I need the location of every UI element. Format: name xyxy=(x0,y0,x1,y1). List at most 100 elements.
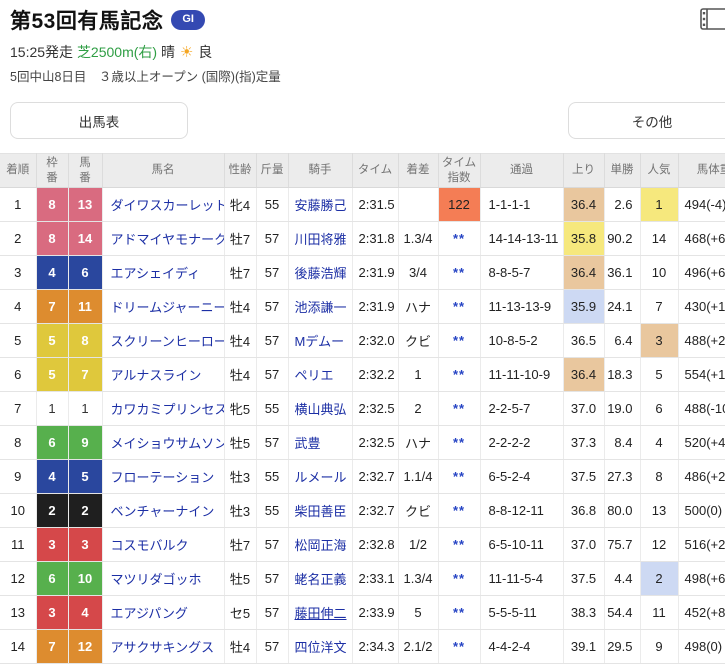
horse-number-badge: 9 xyxy=(68,426,102,460)
horse-name-link[interactable]: エアシェイディ xyxy=(111,266,201,281)
jockey-link[interactable]: 藤田伸二 xyxy=(288,596,352,630)
jockey-link[interactable]: 後藤浩輝 xyxy=(295,266,347,281)
race-conditions-line: 15:25発走 芝2500m(右) 晴 ☀ 良 xyxy=(10,42,715,62)
jockey-link[interactable]: 蛯名正義 xyxy=(295,572,347,587)
horse-name-link[interactable]: アルナスライン xyxy=(111,368,202,383)
win-odds-cell: 19.0 xyxy=(604,392,640,426)
horse-name-link[interactable]: メイショウサムソン xyxy=(102,426,224,460)
jockey-link[interactable]: 池添謙一 xyxy=(295,300,347,315)
passing-order-cell: 5-5-5-11 xyxy=(480,596,563,630)
favorite-rank-cell: 6 xyxy=(640,392,678,426)
horse-name-link[interactable]: マツリダゴッホ xyxy=(102,562,224,596)
col-header-frame: 枠番 xyxy=(36,154,68,188)
jockey-link[interactable]: ルメール xyxy=(295,470,347,485)
last-3f-cell: 36.5 xyxy=(563,324,604,358)
horse-name-link[interactable]: アドマイヤモナーク xyxy=(111,232,225,247)
sex-age-cell: 牡7 xyxy=(224,222,256,256)
jockey-link[interactable]: ルメール xyxy=(288,460,352,494)
horse-name-link[interactable]: コスモバルク xyxy=(111,538,189,553)
jockey-link[interactable]: 安藤勝己 xyxy=(288,188,352,222)
carried-weight-cell: 55 xyxy=(256,460,288,494)
course-distance: 芝2500m(右) xyxy=(77,44,157,60)
jockey-link[interactable]: 武豊 xyxy=(288,426,352,460)
col-header-horse-name: 馬名 xyxy=(102,154,224,188)
horse-name-link[interactable]: アサクサキングス xyxy=(102,630,224,664)
jockey-link[interactable]: 松岡正海 xyxy=(288,528,352,562)
horse-name-link[interactable]: カワカミプリンセス xyxy=(102,392,224,426)
horse-name-link[interactable]: ドリームジャーニー xyxy=(102,290,224,324)
horse-number-badge: 14 xyxy=(68,222,102,256)
carried-weight-cell: 57 xyxy=(256,426,288,460)
favorite-rank-cell: 8 xyxy=(640,460,678,494)
table-row: 12610マツリダゴッホ牡557蛯名正義2:33.11.3/4**11-11-5… xyxy=(0,562,725,596)
horse-name-link[interactable]: ベンチャーナイン xyxy=(111,504,215,519)
horse-name-link[interactable]: ダイワスカーレット xyxy=(111,198,225,213)
jockey-link[interactable]: 川田将雅 xyxy=(295,232,347,247)
jockey-link[interactable]: 柴田善臣 xyxy=(288,494,352,528)
jockey-link[interactable]: Mデムー xyxy=(295,334,345,349)
jockey-link[interactable]: 四位洋文 xyxy=(288,630,352,664)
horse-name-link[interactable]: アルナスライン xyxy=(102,358,224,392)
horse-name-link[interactable]: フローテーション xyxy=(102,460,224,494)
passing-order-cell: 6-5-2-4 xyxy=(480,460,563,494)
jockey-link[interactable]: 川田将雅 xyxy=(288,222,352,256)
time-index-cell: ** xyxy=(438,494,480,528)
horse-name-link[interactable]: アサクサキングス xyxy=(111,640,215,655)
jockey-link[interactable]: 藤田伸二 xyxy=(295,606,347,621)
horse-name-link[interactable]: ダイワスカーレット xyxy=(102,188,224,222)
horse-weight-cell: 498(+6) xyxy=(678,562,725,596)
horse-name-link[interactable]: フローテーション xyxy=(111,470,215,485)
horse-name-link[interactable]: エアジパング xyxy=(102,596,224,630)
last-3f-cell: 37.5 xyxy=(563,562,604,596)
horse-name-link[interactable]: ベンチャーナイン xyxy=(102,494,224,528)
jockey-link[interactable]: 柴田善臣 xyxy=(295,504,347,519)
horse-name-link[interactable]: スクリーンヒーロー xyxy=(111,334,225,349)
col-header-passing: 通過 xyxy=(480,154,563,188)
jockey-link[interactable]: ペリエ xyxy=(295,368,334,383)
win-odds-cell: 24.1 xyxy=(604,290,640,324)
horse-name-link[interactable]: エアシェイディ xyxy=(102,256,224,290)
film-icon[interactable] xyxy=(700,7,725,36)
jockey-link[interactable]: 横山典弘 xyxy=(288,392,352,426)
jockey-link[interactable]: 安藤勝己 xyxy=(295,198,347,213)
horse-name-link[interactable]: マツリダゴッホ xyxy=(111,572,202,587)
horse-name-link[interactable]: スクリーンヒーロー xyxy=(102,324,224,358)
margin-cell: 1.3/4 xyxy=(398,562,438,596)
going-label: 良 xyxy=(198,44,212,60)
horse-name-link[interactable]: カワカミプリンセス xyxy=(111,402,225,417)
jockey-link[interactable]: 四位洋文 xyxy=(295,640,347,655)
jockey-link[interactable]: ペリエ xyxy=(288,358,352,392)
jockey-link[interactable]: Mデムー xyxy=(288,324,352,358)
entry-table-button[interactable]: 出馬表 xyxy=(10,102,188,139)
jockey-link[interactable]: 蛯名正義 xyxy=(288,562,352,596)
sex-age-cell: 牡4 xyxy=(224,358,256,392)
time-index-cell: 122 xyxy=(438,188,480,222)
jockey-link[interactable]: 横山典弘 xyxy=(295,402,347,417)
margin-cell: 2.1/2 xyxy=(398,630,438,664)
time-index-cell: ** xyxy=(438,460,480,494)
frame-number-badge: 3 xyxy=(36,528,68,562)
other-button[interactable]: その他 xyxy=(568,102,725,139)
carried-weight-cell: 57 xyxy=(256,630,288,664)
horse-number-badge: 2 xyxy=(68,494,102,528)
horse-number-badge: 7 xyxy=(68,358,102,392)
horse-name-link[interactable]: アドマイヤモナーク xyxy=(102,222,224,256)
margin-cell: クビ xyxy=(398,324,438,358)
jockey-link[interactable]: 武豊 xyxy=(295,436,321,451)
last-3f-cell: 36.8 xyxy=(563,494,604,528)
horse-name-link[interactable]: エアジパング xyxy=(111,606,188,621)
margin-cell: クビ xyxy=(398,494,438,528)
jockey-link[interactable]: 松岡正海 xyxy=(295,538,347,553)
sex-age-cell: 牝5 xyxy=(224,392,256,426)
favorite-rank-cell: 9 xyxy=(640,630,678,664)
time-cell: 2:34.3 xyxy=(352,630,398,664)
page-header: 第53回有馬記念 GI 15:25発走 芝2500m(右) 晴 ☀ 良 5回中山… xyxy=(0,0,725,85)
jockey-link[interactable]: 後藤浩輝 xyxy=(288,256,352,290)
frame-number-badge: 2 xyxy=(36,494,68,528)
horse-name-link[interactable]: メイショウサムソン xyxy=(111,436,225,451)
sex-age-cell: 牡5 xyxy=(224,426,256,460)
frame-number-badge: 3 xyxy=(36,596,68,630)
horse-name-link[interactable]: ドリームジャーニー xyxy=(111,300,225,315)
horse-name-link[interactable]: コスモバルク xyxy=(102,528,224,562)
jockey-link[interactable]: 池添謙一 xyxy=(288,290,352,324)
